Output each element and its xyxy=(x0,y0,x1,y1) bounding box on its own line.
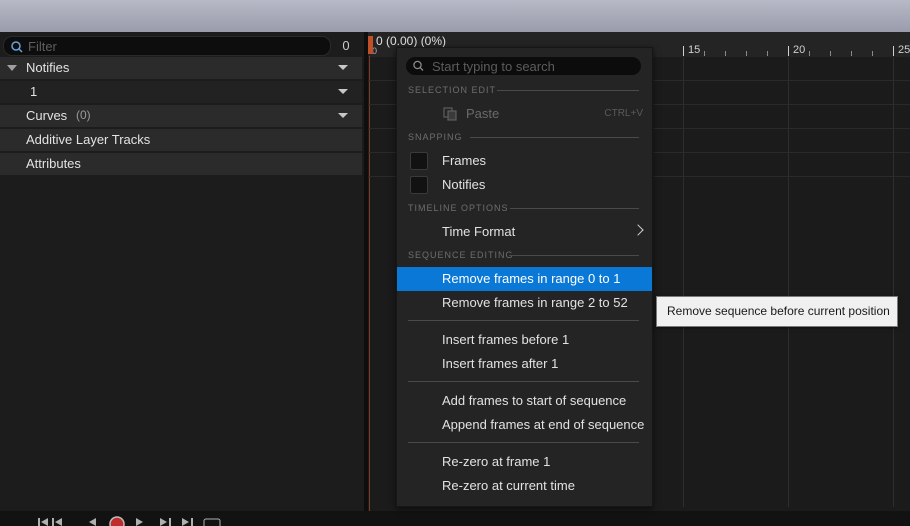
section-snapping: SNAPPING xyxy=(408,132,463,142)
menu-search-input[interactable]: Start typing to search xyxy=(406,57,641,75)
filter-count: 0 xyxy=(342,38,350,53)
menu-item-label: Re-zero at frame 1 xyxy=(442,454,551,469)
menu-item-snap-notifies[interactable]: Notifies xyxy=(397,173,652,197)
menu-item-remove-range-0-1[interactable]: Remove frames in range 0 to 1 xyxy=(397,267,652,291)
to-start-arrow-icon xyxy=(41,518,48,526)
menu-item-snap-frames[interactable]: Frames xyxy=(397,149,652,173)
record-icon xyxy=(109,516,125,526)
menu-item-remove-range-2-52[interactable]: Remove frames in range 2 to 52 xyxy=(397,291,652,315)
menu-item-rezero-current[interactable]: Re-zero at current time xyxy=(397,474,652,498)
section-divider xyxy=(510,255,639,256)
section-selection-edit: SELECTION EDIT xyxy=(408,85,497,95)
search-icon xyxy=(413,60,424,71)
grid-line xyxy=(683,57,684,507)
track-attributes[interactable]: Attributes xyxy=(0,153,362,175)
menu-item-label: Paste xyxy=(466,106,500,121)
ruler-tick xyxy=(788,46,789,56)
search-icon xyxy=(11,41,23,53)
menu-item-label: Append frames at end of sequence xyxy=(442,417,645,432)
ruler-minor-tick xyxy=(746,51,747,56)
tooltip-text: Remove sequence before current position xyxy=(667,304,890,318)
chevron-right-icon xyxy=(632,224,644,236)
menu-separator xyxy=(408,381,639,382)
menu-item-label: Time Format xyxy=(442,224,516,239)
play-reverse-icon xyxy=(89,518,96,526)
viewport-top-strip xyxy=(0,0,910,32)
play-icon xyxy=(136,518,143,526)
grid-line xyxy=(893,57,894,507)
step-back-icon xyxy=(55,518,62,526)
menu-item-append-end[interactable]: Append frames at end of sequence xyxy=(397,413,652,437)
ruler-minor-tick xyxy=(851,51,852,56)
ruler-tick xyxy=(683,46,684,56)
chevron-down-icon[interactable] xyxy=(338,65,348,70)
section-sequence-editing: SEQUENCE EDITING xyxy=(408,250,514,260)
ruler-minor-tick xyxy=(809,51,810,56)
menu-item-label: Frames xyxy=(442,153,487,168)
menu-search-placeholder: Start typing to search xyxy=(432,59,555,74)
menu-item-label: Insert frames before 1 xyxy=(442,332,570,347)
ruler-minor-tick xyxy=(872,51,873,56)
playhead-handle[interactable] xyxy=(368,36,373,54)
track-label: Curves xyxy=(26,108,68,123)
ruler-minor-tick xyxy=(725,51,726,56)
expand-icon[interactable] xyxy=(7,65,17,71)
paste-icon xyxy=(443,107,457,121)
grid-line xyxy=(788,57,789,507)
menu-item-label: Add frames to start of sequence xyxy=(442,393,627,408)
ruler-tick-label: 25 xyxy=(898,44,910,56)
track-curves[interactable]: Curves (0) xyxy=(0,105,362,127)
menu-item-insert-after[interactable]: Insert frames after 1 xyxy=(397,352,652,376)
ruler-tick-label: 15 xyxy=(688,44,701,56)
menu-item-rezero-frame[interactable]: Re-zero at frame 1 xyxy=(397,450,652,474)
chevron-down-icon[interactable] xyxy=(338,89,348,94)
tooltip: Remove sequence before current position xyxy=(656,296,898,327)
menu-item-insert-before[interactable]: Insert frames before 1 xyxy=(397,328,652,352)
ruler-minor-tick xyxy=(704,51,705,56)
menu-item-label: Notifies xyxy=(442,177,486,192)
frames-checkbox[interactable] xyxy=(410,152,428,170)
track-label: Additive Layer Tracks xyxy=(26,132,151,147)
notifies-checkbox[interactable] xyxy=(410,176,428,194)
section-divider xyxy=(470,137,639,138)
current-time-readout: 0 (0.00) (0%) xyxy=(376,34,447,48)
track-notifies[interactable]: Notifies xyxy=(0,57,362,79)
track-additive-layer[interactable]: Additive Layer Tracks xyxy=(0,129,362,151)
menu-item-label: Remove frames in range 2 to 52 xyxy=(442,295,628,310)
filter-input[interactable]: Filter xyxy=(3,36,331,56)
ruler-minor-tick xyxy=(830,51,831,56)
track-label: Attributes xyxy=(26,156,81,171)
menu-item-label: Remove frames in range 0 to 1 xyxy=(442,271,621,286)
ruler-minor-tick xyxy=(767,51,768,56)
filter-placeholder: Filter xyxy=(28,39,57,54)
ruler-tick xyxy=(893,46,894,56)
section-divider xyxy=(510,208,639,209)
track-count: (0) xyxy=(76,108,91,122)
step-forward-icon xyxy=(160,518,167,526)
section-timeline-options: TIMELINE OPTIONS xyxy=(408,203,509,213)
filter-row: Filter 0 xyxy=(0,34,364,56)
playhead-line xyxy=(369,56,370,511)
track-label: 1 xyxy=(30,84,38,99)
menu-item-paste[interactable]: Paste CTRL+V xyxy=(397,102,652,126)
menu-item-time-format[interactable]: Time Format xyxy=(397,220,652,244)
context-menu: Start typing to search SELECTION EDIT Pa… xyxy=(396,47,653,507)
menu-item-add-start[interactable]: Add frames to start of sequence xyxy=(397,389,652,413)
menu-separator xyxy=(408,320,639,321)
track-label: Notifies xyxy=(26,60,70,75)
track-notify-1[interactable]: 1 xyxy=(0,81,362,103)
section-divider xyxy=(497,90,639,91)
menu-item-label: Insert frames after 1 xyxy=(442,356,559,371)
menu-separator xyxy=(408,442,639,443)
chevron-down-icon[interactable] xyxy=(338,113,348,118)
transport-controls[interactable] xyxy=(36,515,226,526)
menu-item-label: Re-zero at current time xyxy=(442,478,575,493)
ruler-tick-label: 20 xyxy=(793,44,806,56)
loop-icon xyxy=(203,518,221,526)
shortcut-label: CTRL+V xyxy=(604,108,643,119)
to-start-icon xyxy=(38,518,40,526)
to-end-icon xyxy=(182,518,189,526)
